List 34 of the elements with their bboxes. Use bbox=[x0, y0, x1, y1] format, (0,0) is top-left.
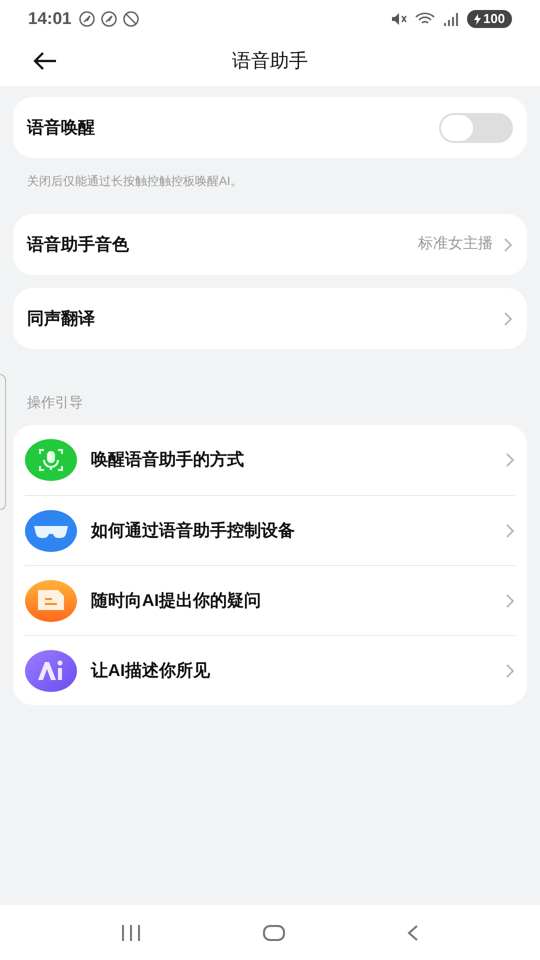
wifi-icon bbox=[415, 12, 436, 26]
home-icon[interactable] bbox=[262, 924, 286, 942]
setting-label: 语音唤醒 bbox=[27, 116, 95, 139]
chevron-icon bbox=[505, 592, 515, 608]
chevron-icon bbox=[503, 236, 513, 252]
guide-row[interactable]: 让AI描述你所见 bbox=[25, 635, 515, 705]
bolt-icon bbox=[474, 14, 482, 24]
signal-icon bbox=[443, 12, 460, 26]
guide-row[interactable]: 如何通过语音助手控制设备 bbox=[25, 495, 515, 565]
section-title: 操作引导 bbox=[26, 393, 84, 412]
mute-icon bbox=[391, 12, 408, 26]
glasses-icon bbox=[25, 510, 77, 552]
guide-row[interactable]: 唤醒语音助手的方式 bbox=[25, 425, 515, 495]
toggle-switch[interactable] bbox=[439, 112, 513, 142]
document-icon bbox=[25, 580, 77, 622]
chevron-icon bbox=[503, 310, 513, 326]
chevron-icon bbox=[505, 452, 515, 468]
status-time: 14:01 bbox=[28, 8, 72, 30]
back-button[interactable] bbox=[32, 50, 58, 72]
recent-apps-icon[interactable] bbox=[120, 924, 142, 942]
setting-hint: 关闭后仅能通过长按触控触控板唤醒AI。 bbox=[26, 173, 244, 190]
setting-value: 标准女主播 bbox=[418, 234, 493, 254]
page-title: 语音助手 bbox=[232, 50, 308, 74]
chevron-icon bbox=[505, 522, 515, 538]
sparkle-letters-icon bbox=[25, 650, 77, 692]
microphone-icon bbox=[25, 439, 77, 481]
edge-handle[interactable] bbox=[0, 374, 6, 510]
settings-row[interactable]: 语音助手音色 标准女主播 bbox=[13, 214, 527, 275]
battery-level: 100 bbox=[483, 10, 505, 28]
chevron-icon bbox=[505, 662, 515, 678]
back-icon[interactable] bbox=[406, 924, 420, 942]
guide-row[interactable]: 随时向AI提出你的疑问 bbox=[25, 565, 515, 635]
blocked-icon bbox=[123, 11, 140, 27]
settings-row[interactable]: 同声翻译 bbox=[13, 288, 527, 349]
